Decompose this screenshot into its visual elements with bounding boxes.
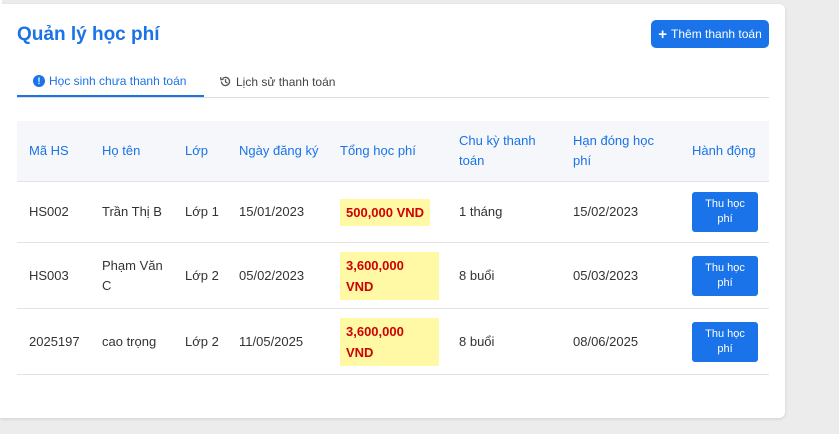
- plus-icon: +: [658, 25, 668, 43]
- cell-registration-date: 11/05/2025: [227, 308, 328, 375]
- history-icon: [219, 76, 231, 87]
- cell-full-name: cao trọng: [90, 308, 173, 375]
- tab-history-label: Lịch sử thanh toán: [236, 74, 336, 89]
- cell-student-id: HS003: [17, 242, 90, 309]
- header-due-date: Hạn đóng học phí: [561, 121, 680, 182]
- tab-bar: ! Học sinh chưa thanh toán Lịch sử thanh…: [17, 66, 769, 98]
- cell-total-fee: 500,000 VND: [328, 181, 447, 243]
- fee-amount: 3,600,000 VND: [340, 251, 439, 300]
- unpaid-students-table: Mã HS Họ tên Lớp Ngày đăng ký Tổng học p…: [17, 121, 769, 375]
- cell-class: Lớp 2: [173, 308, 227, 375]
- cell-due-date: 15/02/2023: [561, 181, 680, 243]
- fee-amount: 3,600,000 VND: [340, 317, 439, 366]
- header-action: Hành động: [680, 121, 769, 182]
- header-payment-cycle: Chu kỳ thanh toán: [447, 121, 561, 182]
- cell-action: Thu học phí: [680, 242, 769, 309]
- cell-payment-cycle: 8 buổi: [447, 242, 561, 309]
- collect-fee-button[interactable]: Thu học phí: [692, 321, 758, 362]
- cell-registration-date: 05/02/2023: [227, 242, 328, 309]
- cell-student-id: HS002: [17, 181, 90, 243]
- cell-payment-cycle: 1 tháng: [447, 181, 561, 243]
- header-class: Lớp: [173, 121, 227, 182]
- table-row: 2025197 cao trọng Lớp 2 11/05/2025 3,600…: [17, 308, 769, 375]
- tab-payment-history[interactable]: Lịch sử thanh toán: [219, 66, 335, 97]
- page-title: Quản lý học phí: [17, 24, 160, 45]
- header-student-id: Mã HS: [17, 121, 90, 182]
- cell-payment-cycle: 8 buổi: [447, 308, 561, 375]
- tab-unpaid-students[interactable]: ! Học sinh chưa thanh toán: [17, 66, 204, 97]
- fee-amount: 500,000 VND: [340, 198, 431, 226]
- cell-registration-date: 15/01/2023: [227, 181, 328, 243]
- add-payment-label: Thêm thanh toán: [671, 27, 762, 41]
- add-payment-button[interactable]: + Thêm thanh toán: [651, 20, 769, 48]
- header-registration-date: Ngày đăng ký: [227, 121, 328, 182]
- cell-total-fee: 3,600,000 VND: [328, 242, 447, 309]
- collect-fee-button[interactable]: Thu học phí: [692, 255, 758, 296]
- header-full-name: Họ tên: [90, 121, 173, 182]
- cell-action: Thu học phí: [680, 181, 769, 243]
- table-row: HS002 Trần Thị B Lớp 1 15/01/2023 500,00…: [17, 181, 769, 243]
- fee-management-card: Quản lý học phí + Thêm thanh toán ! Học …: [0, 4, 785, 418]
- table-header-row: Mã HS Họ tên Lớp Ngày đăng ký Tổng học p…: [17, 121, 769, 182]
- cell-total-fee: 3,600,000 VND: [328, 308, 447, 375]
- header-total-fee: Tổng học phí: [328, 121, 447, 182]
- table-row: HS003 Phạm Văn C Lớp 2 05/02/2023 3,600,…: [17, 242, 769, 309]
- cell-class: Lớp 2: [173, 242, 227, 309]
- cell-due-date: 08/06/2025: [561, 308, 680, 375]
- tab-unpaid-label: Học sinh chưa thanh toán: [49, 73, 187, 88]
- cell-full-name: Trần Thị B: [90, 181, 173, 243]
- cell-student-id: 2025197: [17, 308, 90, 375]
- cell-action: Thu học phí: [680, 308, 769, 375]
- cell-class: Lớp 1: [173, 181, 227, 243]
- collect-fee-button[interactable]: Thu học phí: [692, 192, 758, 232]
- cell-full-name: Phạm Văn C: [90, 242, 173, 309]
- info-icon: !: [33, 74, 45, 87]
- cell-due-date: 05/03/2023: [561, 242, 680, 309]
